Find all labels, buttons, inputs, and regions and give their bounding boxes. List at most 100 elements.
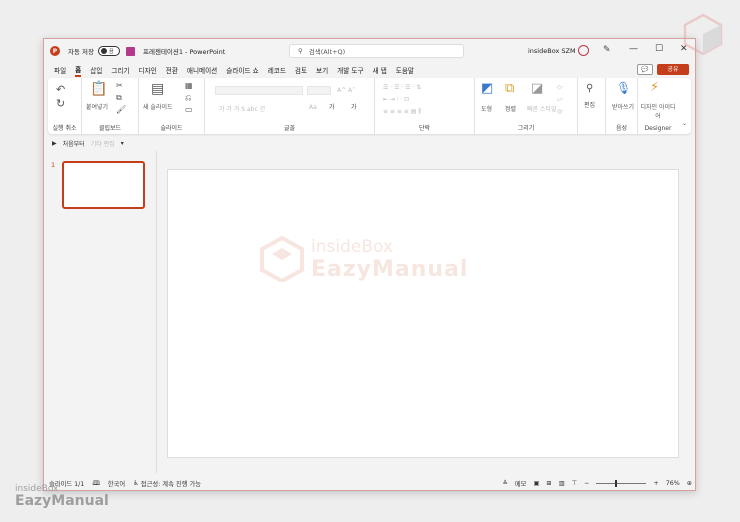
maximize-button[interactable]: ☐ [655, 44, 663, 54]
autosave-toggle[interactable]: 끔 [98, 46, 120, 56]
tab-slideshow[interactable]: 슬라이드 쇼 [226, 65, 258, 75]
group-label-slides: 슬라이드 [160, 125, 183, 132]
tab-design[interactable]: 디자인 [139, 65, 157, 75]
paste-label[interactable]: 붙여넣기 [86, 102, 108, 111]
tab-file[interactable]: 파일 [54, 65, 66, 75]
quick-styles-label[interactable]: 빠른 스타일 [527, 104, 557, 113]
notes-label[interactable]: 메모 [515, 479, 527, 488]
comment-button[interactable]: 💬 [637, 64, 653, 75]
tab-transitions[interactable]: 전환 [166, 65, 178, 75]
new-slide-label[interactable]: 새 슬라이드 [143, 102, 173, 111]
layout-icon[interactable]: ▦ [185, 82, 193, 90]
shape-fill-icon[interactable]: ◇· [557, 84, 564, 91]
qat-more-icon[interactable]: ▾ [121, 140, 124, 147]
arrange-icon[interactable]: ⧉ [505, 82, 514, 95]
zoom-in-icon[interactable]: + [653, 480, 658, 487]
group-label-paragraph: 단락 [418, 125, 431, 132]
bullets-icon[interactable]: ☰ · ☰ · ☰ · ⇅ [383, 84, 421, 91]
font-size-dropdown[interactable] [307, 86, 331, 95]
slide-canvas[interactable] [167, 169, 679, 458]
canvas-watermark-text: insideBox EazyManual [311, 237, 468, 282]
indent-icons[interactable]: ⇤ ⇥ ⫶ · ⊡ [383, 96, 409, 104]
accessibility-status[interactable]: 접근성: 계속 진행 가능 [141, 479, 201, 488]
font-family-dropdown[interactable] [215, 86, 303, 95]
ribbon-group-paragraph: ☰ · ☰ · ☰ · ⇅ ⇤ ⇥ ⫶ · ⊡ ≡ ≡ ≡ ≡ ▤ ⫼ 단락 [375, 78, 475, 134]
powerpoint-window: P 자동 저장 끔 프레젠테이션1 - PowerPoint ⚲ 검색(Alt+… [43, 38, 696, 491]
ribbon-group-undo: ↶ ↻ 실행 취소 [48, 78, 82, 134]
search-box[interactable]: ⚲ 검색(Alt+Q) [289, 44, 464, 58]
reading-view-icon[interactable]: ▥ [559, 480, 565, 487]
tab-home[interactable]: 홈 [75, 64, 82, 77]
redo-icon[interactable]: ↻ [56, 98, 65, 109]
cube-logo-icon [260, 236, 304, 282]
grow-font-icon[interactable]: A^ A˅ [337, 87, 355, 94]
save-icon[interactable] [126, 46, 135, 56]
designer-label[interactable]: 디자인 아이디어 [640, 102, 676, 120]
user-name[interactable]: insideBox SZM [528, 47, 576, 55]
minimize-button[interactable]: — [629, 44, 638, 54]
new-slide-icon[interactable]: ▤ [151, 82, 164, 96]
section-icon[interactable]: ▭ [185, 106, 193, 114]
ribbon-group-slides: ▤ 새 슬라이드 ▦ ⎌ ▭ 슬라이드 [139, 78, 205, 134]
arrange-label[interactable]: 정렬 [505, 104, 516, 113]
format-painter-icon[interactable]: 🖌 [116, 106, 126, 114]
tab-review[interactable]: 검토 [295, 65, 307, 75]
editing-label[interactable]: 편집 [584, 100, 595, 109]
dictate-label[interactable]: 받아쓰기 [609, 102, 637, 111]
tab-help[interactable]: 도움말 [396, 65, 414, 75]
designer-icon[interactable]: ⚡ [650, 81, 659, 94]
zoom-slider[interactable] [596, 479, 647, 487]
start-from-beginning-label[interactable]: 처음부터 [63, 139, 85, 148]
cut-icon[interactable]: ✂ [116, 82, 123, 90]
zoom-out-icon[interactable]: − [584, 480, 589, 487]
normal-view-icon[interactable]: ▣ [533, 480, 539, 487]
align-icons[interactable]: ≡ ≡ ≡ ≡ ▤ ⫼ [383, 108, 421, 116]
reset-icon[interactable]: ⎌ [185, 94, 191, 102]
copy-icon[interactable]: ⧉ [116, 94, 122, 102]
autosave-label: 자동 저장 [68, 48, 94, 56]
search-placeholder: 검색(Alt+Q) [308, 48, 346, 56]
accessibility-icon[interactable]: ♿ [133, 480, 139, 487]
tab-insert[interactable]: 삽입 [90, 65, 102, 75]
bold-italic-underline-icons[interactable]: 가 가 가 S abc 간 [219, 104, 265, 113]
zoom-slider-thumb[interactable] [615, 479, 618, 487]
paste-icon[interactable]: 📋 [90, 82, 107, 96]
slideshow-icon[interactable]: ⊤ [572, 480, 578, 487]
highlight-icon[interactable]: 가 [329, 102, 335, 111]
font-color-icon[interactable]: 가 [351, 102, 357, 111]
undo-icon[interactable]: ↶ [56, 84, 65, 95]
canvas-watermark: insideBox EazyManual [259, 236, 468, 282]
shape-outline-icon[interactable]: ▱· [557, 96, 564, 103]
shapes-icon[interactable]: ◩ [481, 82, 493, 95]
case-icon[interactable]: Aa [309, 104, 317, 111]
microphone-icon[interactable]: 🎙 [616, 82, 631, 94]
start-from-beginning-icon[interactable]: ▶ [52, 140, 57, 147]
pen-icon[interactable]: ✎ [603, 45, 611, 55]
share-button[interactable]: 공유 [657, 64, 689, 75]
collapse-ribbon-icon[interactable]: ⌄ [682, 120, 687, 127]
find-icon[interactable]: ⚲ [586, 84, 593, 94]
status-right: ≙ 메모 ▣ ⊞ ▥ ⊤ − + 76% ⊕ [503, 476, 692, 490]
group-label-designer: Designer [644, 125, 672, 132]
pane-divider[interactable] [156, 151, 157, 473]
ribbon-group-clipboard: 📋 붙여넣기 ✂ ⧉ 🖌 클립보드 [82, 78, 139, 134]
ribbon: ↶ ↻ 실행 취소 📋 붙여넣기 ✂ ⧉ 🖌 클립보드 ▤ 새 슬라이드 ▦ ⎌… [48, 78, 691, 134]
shapes-label[interactable]: 도형 [481, 104, 492, 113]
tab-draw[interactable]: 그리기 [111, 65, 129, 75]
quick-styles-icon[interactable]: ◪ [531, 82, 543, 95]
notes-icon[interactable]: ≙ [503, 480, 508, 487]
slide-thumbnail[interactable] [62, 161, 145, 209]
search-icon: ⚲ [298, 47, 303, 55]
language[interactable]: 한국어 [108, 479, 125, 488]
tab-developer[interactable]: 개발 도구 [337, 65, 363, 75]
tab-animations[interactable]: 애니메이션 [187, 65, 217, 75]
tab-view[interactable]: 보기 [316, 65, 328, 75]
fit-to-window-icon[interactable]: ⊕ [687, 480, 692, 487]
tab-new[interactable]: 새 탭 [373, 65, 387, 75]
avatar[interactable] [578, 45, 589, 56]
zoom-level[interactable]: 76% [666, 480, 680, 487]
tab-record[interactable]: 레코드 [268, 65, 286, 75]
slide-sorter-icon[interactable]: ⊞ [546, 480, 551, 487]
shape-effects-icon[interactable]: ◎· [557, 108, 564, 115]
text-edit-label[interactable]: 기타 편집 [91, 139, 115, 148]
